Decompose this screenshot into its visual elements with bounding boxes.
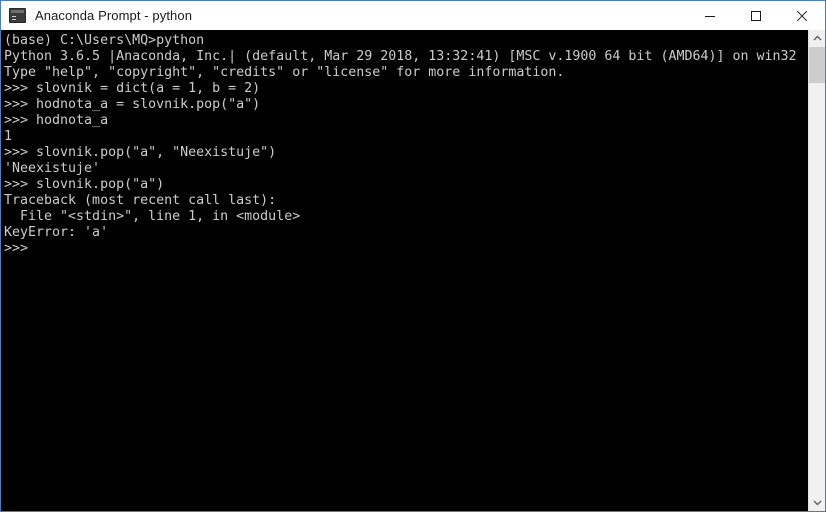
minimize-button[interactable]	[687, 0, 733, 31]
terminal-line: >>> slovnik.pop("a", "Neexistuje")	[4, 145, 277, 160]
terminal-line: >>> slovnik.pop("a")	[4, 177, 165, 192]
terminal-line: KeyError: 'a'	[4, 225, 109, 240]
terminal-line: 1	[4, 129, 13, 144]
scroll-up-arrow-icon[interactable]	[809, 30, 825, 47]
vertical-scrollbar[interactable]	[808, 30, 825, 511]
close-button[interactable]	[779, 0, 825, 31]
title-bar[interactable]: Anaconda Prompt - python	[1, 0, 825, 31]
maximize-button[interactable]	[733, 0, 779, 31]
terminal-line: >>> hodnota_a = slovnik.pop("a")	[4, 97, 261, 112]
window-controls	[687, 0, 825, 31]
terminal-line: >>> slovnik = dict(a = 1, b = 2)	[4, 81, 261, 96]
scrollbar-track[interactable]	[809, 47, 825, 494]
terminal-line: Type "help", "copyright", "credits" or "…	[4, 65, 565, 80]
terminal-line: 'Neexistuje'	[4, 161, 101, 176]
terminal-output[interactable]: (base) C:\Users\MQ>python Python 3.6.5 |A…	[1, 30, 808, 511]
scrollbar-thumb[interactable]	[809, 47, 825, 83]
console-window: Anaconda Prompt - python (base) C:\Users…	[0, 0, 826, 512]
console-icon	[9, 8, 26, 23]
terminal-line: Python 3.6.5 |Anaconda, Inc.| (default, …	[4, 49, 797, 64]
window-title: Anaconda Prompt - python	[35, 8, 193, 23]
terminal-line: >>> hodnota_a	[4, 113, 109, 128]
terminal-line: >>>	[4, 241, 29, 256]
terminal-line: (base) C:\Users\MQ>python	[4, 33, 205, 48]
console-area[interactable]: (base) C:\Users\MQ>python Python 3.6.5 |A…	[1, 30, 825, 511]
terminal-line: Traceback (most recent call last):	[4, 193, 277, 208]
terminal-line: File "<stdin>", line 1, in <module>	[4, 209, 301, 224]
scroll-down-arrow-icon[interactable]	[809, 494, 825, 511]
